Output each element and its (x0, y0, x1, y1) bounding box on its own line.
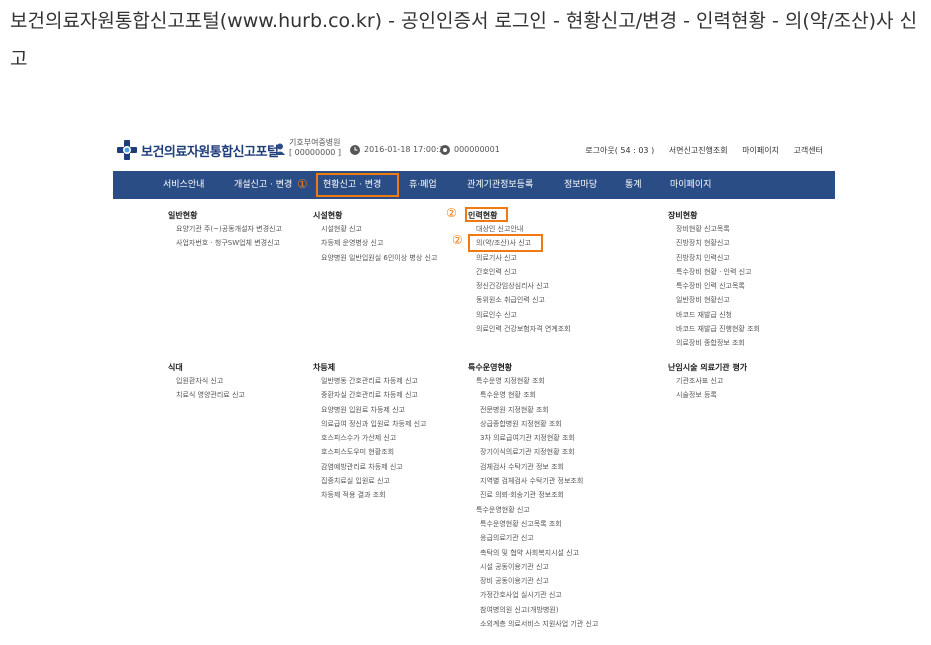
menu-item[interactable]: 동위원소 취급인력 신고 (468, 293, 571, 307)
menu-item[interactable]: 지역별 검체검사 수탁기관 정보조회 (468, 474, 598, 488)
menu-col2-bottom: 차등제 일반병동 간호관리료 차등제 신고 중환자실 간호관리료 차등제 신고 … (313, 362, 427, 503)
menu-item-doctor-report[interactable]: 의(약/조산)사 신고 (468, 236, 571, 250)
menu-item[interactable]: 호스피스수가 가산제 신고 (313, 431, 427, 445)
written-report-link[interactable]: 서면신고진행조회 (669, 146, 728, 155)
menu-item[interactable]: 상급종합병원 지정현황 조회 (468, 417, 598, 431)
menu-item[interactable]: 특수장비 현황 · 인력 신고 (668, 265, 760, 279)
menu-item[interactable]: 응급의료기관 신고 (468, 531, 598, 545)
menu-item[interactable]: 3차 의료급여기관 지정현황 조회 (468, 431, 598, 445)
menu-item[interactable]: 진료 의뢰·회송기관 정보조회 (468, 488, 598, 502)
nav-service-guide[interactable]: 서비스안내 (163, 171, 204, 199)
menu-item[interactable]: 시술정보 등록 (668, 388, 747, 402)
menu-item[interactable]: 대상인 신고안내 (468, 222, 571, 236)
customer-center-link[interactable]: 고객센터 (794, 146, 823, 155)
post-title: 보건의료자원통합신고포털(www.hurb.co.kr) - 공인인증서 로그인… (10, 10, 918, 70)
logout-link[interactable]: 로그아웃( 54 : 03 ) (585, 146, 654, 155)
menu-item[interactable]: 기관조사표 신고 (668, 374, 747, 388)
user-icon (275, 143, 285, 155)
main-nav: 서비스안내 개설신고 · 변경 현황신고 · 변경 휴·폐업 관계기관정보등록 … (113, 171, 835, 199)
menu-item[interactable]: 입원환자식 신고 (168, 374, 245, 388)
menu-item[interactable]: 진방장치 인력신고 (668, 251, 760, 265)
menu-item[interactable]: 시설 공동이용기관 신고 (468, 560, 598, 574)
menu-col2-top: 시설현황 시설현황 신고 차등제 운영병상 신고 요양병원 일반입원실 6인이상… (313, 210, 437, 265)
portal-logo-text[interactable]: 보건의료자원통합신고포털 (141, 141, 279, 160)
menu-item[interactable]: 바코드 재발급 신청 (668, 308, 760, 322)
menu-col1-top: 일반현황 요양기관 주(~)공동개설자 변경신고 사업자번호 · 청구SW업체 … (168, 210, 282, 251)
menu-section-title: 인력현황 (468, 211, 498, 220)
menu-item[interactable]: 일반장비 현황신고 (668, 293, 760, 307)
menu-item[interactable]: 사업자번호 · 청구SW업체 변경신고 (168, 236, 282, 250)
menu-item[interactable]: 특수운영 현황 조회 (468, 388, 598, 402)
step-marker-2a: ② (446, 206, 457, 220)
portal-screenshot: 보건의료자원통합신고포털 기호부여중병원 [ 00000000 ] 2016-0… (113, 133, 835, 630)
menu-item[interactable]: 특수장비 인력 신고목록 (668, 279, 760, 293)
menu-item[interactable]: 의료기사 신고 (468, 251, 571, 265)
menu-item[interactable]: 장비현황 신고목록 (668, 222, 760, 236)
institution-code: [ 00000000 ] (289, 148, 342, 157)
menu-item[interactable]: 차등제 운영병상 신고 (313, 236, 437, 250)
menu-item[interactable]: 의료인력 건강보험자격 연계조회 (468, 322, 571, 336)
menu-item[interactable]: 장비 공동이용기관 신고 (468, 574, 598, 588)
menu-item[interactable]: 일반병동 간호관리료 차등제 신고 (313, 374, 427, 388)
menu-item[interactable]: 정신건강임상심리사 신고 (468, 279, 571, 293)
nav-closure[interactable]: 휴·폐업 (409, 171, 437, 199)
menu-item[interactable]: 의료급여 정신과 입원료 차등제 신고 (313, 417, 427, 431)
menu-item[interactable]: 감염예방관리료 차등제 신고 (313, 460, 427, 474)
menu-item[interactable]: 시설현황 신고 (313, 222, 437, 236)
step-marker-2b: ② (452, 233, 463, 247)
nav-info[interactable]: 정보마당 (564, 171, 597, 199)
institution-name: 기호부여중병원 [ 00000000 ] (289, 138, 341, 158)
menu-item[interactable]: 참여병의원 신고(개방병원) (468, 603, 598, 617)
menu-item[interactable]: 가정간호사업 실시기관 신고 (468, 588, 598, 602)
step-marker-1: ① (297, 177, 308, 191)
menu-col3-top: 인력현황 대상인 신고안내 의(약/조산)사 신고 의료기사 신고 간호인력 신… (468, 210, 571, 336)
menu-item[interactable]: 의료인수 신고 (468, 308, 571, 322)
menu-item[interactable]: 특수운영현황 신고목록 조회 (468, 517, 598, 531)
menu-item[interactable]: 차등제 적용 결과 조회 (313, 488, 427, 502)
menu-section-title: 특수운영현황 (468, 363, 513, 372)
menu-section-title: 시설현황 (313, 211, 343, 220)
mypage-link[interactable]: 마이페이지 (742, 146, 779, 155)
menu-item[interactable]: 요양기관 주(~)공동개설자 변경신고 (168, 222, 282, 236)
top-links: 로그아웃( 54 : 03 ) 서면신고진행조회 마이페이지 고객센터 (573, 145, 823, 156)
menu-item[interactable]: 치료식 영양관리료 신고 (168, 388, 245, 402)
menu-item[interactable]: 중환자실 간호관리료 차등제 신고 (313, 388, 427, 402)
menu-item[interactable]: 장기이식의료기관 지정현황 조회 (468, 445, 598, 459)
institution-line: 기호부여중병원 (289, 138, 341, 147)
menu-item[interactable]: 특수운영 지정현황 조회 (468, 374, 598, 388)
menu-item[interactable]: 전문병원 지정현황 조회 (468, 403, 598, 417)
nav-highlight-box (316, 173, 399, 197)
menu-section-title: 장비현황 (668, 211, 698, 220)
nav-mypage[interactable]: 마이페이지 (670, 171, 711, 199)
nav-stats[interactable]: 통계 (625, 171, 642, 199)
menu-item[interactable]: 호스피스도우미 현황조회 (313, 445, 427, 459)
menu-item[interactable]: 간호인력 신고 (468, 265, 571, 279)
menu-item[interactable]: 바코드 재발급 진행현황 조회 (668, 322, 760, 336)
menu-col1-bottom: 식대 입원환자식 신고 치료식 영양관리료 신고 (168, 362, 245, 403)
menu-item[interactable]: 요양병원 일반입원실 6인이상 병상 신고 (313, 251, 437, 265)
menu-item[interactable]: 소외계층 의료서비스 지원사업 기관 신고 (468, 617, 598, 630)
portal-header: 보건의료자원통합신고포털 기호부여중병원 [ 00000000 ] 2016-0… (113, 133, 835, 167)
menu-section-title: 차등제 (313, 363, 336, 372)
menu-item[interactable]: 촉탁의 및 협약 사회복지시설 신고 (468, 546, 598, 560)
menu-col3-bottom: 특수운영현황 특수운영 지정현황 조회 특수운영 현황 조회 전문병원 지정현황… (468, 362, 598, 630)
menu-item[interactable]: 집중치료실 입원료 신고 (313, 474, 427, 488)
menu-col4-top: 장비현황 장비현황 신고목록 진방장치 현황신고 진방장치 인력신고 특수장비 … (668, 210, 760, 351)
cross-logo-icon (117, 140, 137, 160)
menu-item[interactable]: 특수운영현황 신고 (468, 503, 598, 517)
id-icon (440, 145, 450, 155)
menu-section-title: 식대 (168, 363, 183, 372)
nav-agency-info[interactable]: 관계기관정보등록 (467, 171, 533, 199)
menu-item[interactable]: 요양병원 입원료 차등제 신고 (313, 403, 427, 417)
clock-icon (350, 145, 360, 155)
menu-section-title: 난임시술 의료기관 평가 (668, 363, 748, 372)
login-time: 2016-01-18 17:00:33 (364, 145, 449, 154)
menu-col4-bottom: 난임시술 의료기관 평가 기관조사표 신고 시술정보 등록 (668, 362, 747, 403)
id-number: 000000001 (454, 145, 500, 154)
menu-item[interactable]: 진방장치 현황신고 (668, 236, 760, 250)
menu-section-title: 일반현황 (168, 211, 198, 220)
menu-item[interactable]: 검체검사 수탁기관 정보 조회 (468, 460, 598, 474)
nav-opening-report[interactable]: 개설신고 · 변경 (234, 171, 292, 199)
menu-item[interactable]: 의료장비 종합정보 조회 (668, 336, 760, 350)
